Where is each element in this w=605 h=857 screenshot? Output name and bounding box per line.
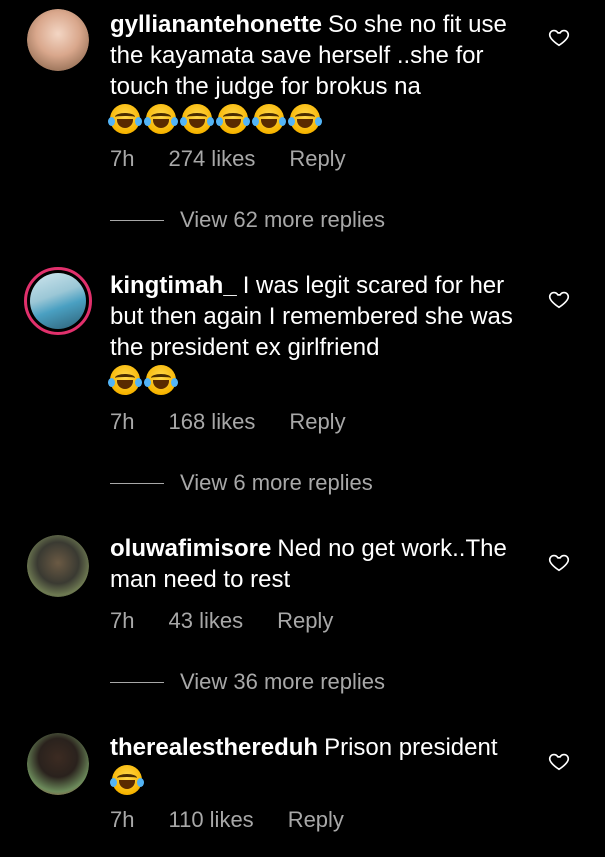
laughing-emoji-icon [180,104,214,134]
comment-meta: 7h 110 likes Reply [110,807,378,833]
comment-username[interactable]: oluwafimisore [110,535,271,562]
comment-meta: 7h 274 likes Reply [110,146,380,172]
like-count[interactable]: 274 likes [168,146,255,172]
comment-body: kingtimah_ I was legit scared for her but… [108,270,530,395]
divider-line [110,482,164,484]
heart-icon[interactable] [548,750,570,772]
laughing-emoji-icon [144,104,178,134]
view-replies-button[interactable]: View 6 more replies [110,470,373,496]
reply-button[interactable]: Reply [277,608,333,634]
comment-body: therealesthereduh Prison president [110,732,530,795]
comment-time: 7h [110,807,135,832]
comment-time: 7h [110,608,135,633]
view-replies-label[interactable]: View 36 more replies [180,669,385,695]
comment-meta: 7h 43 likes Reply [110,608,367,634]
reply-button[interactable]: Reply [289,146,345,172]
reply-button[interactable]: Reply [289,409,345,435]
comment-username[interactable]: kingtimah_ [110,272,237,299]
avatar[interactable] [27,733,89,795]
laughing-emoji-icon [216,104,250,134]
comment-body: oluwafimisore Ned no get work..The man ne… [110,533,530,595]
divider-line [110,681,164,683]
avatar[interactable] [27,535,89,597]
avatar[interactable] [24,267,92,335]
heart-icon[interactable] [548,26,570,48]
laughing-emoji-icon [144,365,178,395]
view-replies-button[interactable]: View 36 more replies [110,669,385,695]
emoji-row [108,104,530,134]
heart-icon[interactable] [548,288,570,310]
avatar[interactable] [27,9,89,71]
like-count[interactable]: 168 likes [168,409,255,435]
comment-username[interactable]: gyllianantehonette [110,11,322,38]
heart-icon[interactable] [548,551,570,573]
view-replies-button[interactable]: View 62 more replies [110,207,385,233]
laughing-emoji-icon [110,764,144,795]
like-count[interactable]: 43 likes [168,608,243,634]
laughing-emoji-icon [252,104,286,134]
like-count[interactable]: 110 likes [168,807,253,833]
comment-text: Prison president [324,734,498,761]
view-replies-label[interactable]: View 6 more replies [180,470,373,496]
comment-time: 7h [110,409,135,434]
view-replies-label[interactable]: View 62 more replies [180,207,385,233]
reply-button[interactable]: Reply [288,807,344,833]
laughing-emoji-icon [288,104,322,134]
laughing-emoji-icon [108,104,142,134]
divider-line [110,219,164,221]
emoji-row [108,365,530,395]
comment-meta: 7h 168 likes Reply [110,409,380,435]
comment-username[interactable]: therealesthereduh [110,734,318,761]
comment-time: 7h [110,146,135,171]
comment-body: gyllianantehonette So she no fit use the … [108,9,530,134]
laughing-emoji-icon [108,365,142,395]
